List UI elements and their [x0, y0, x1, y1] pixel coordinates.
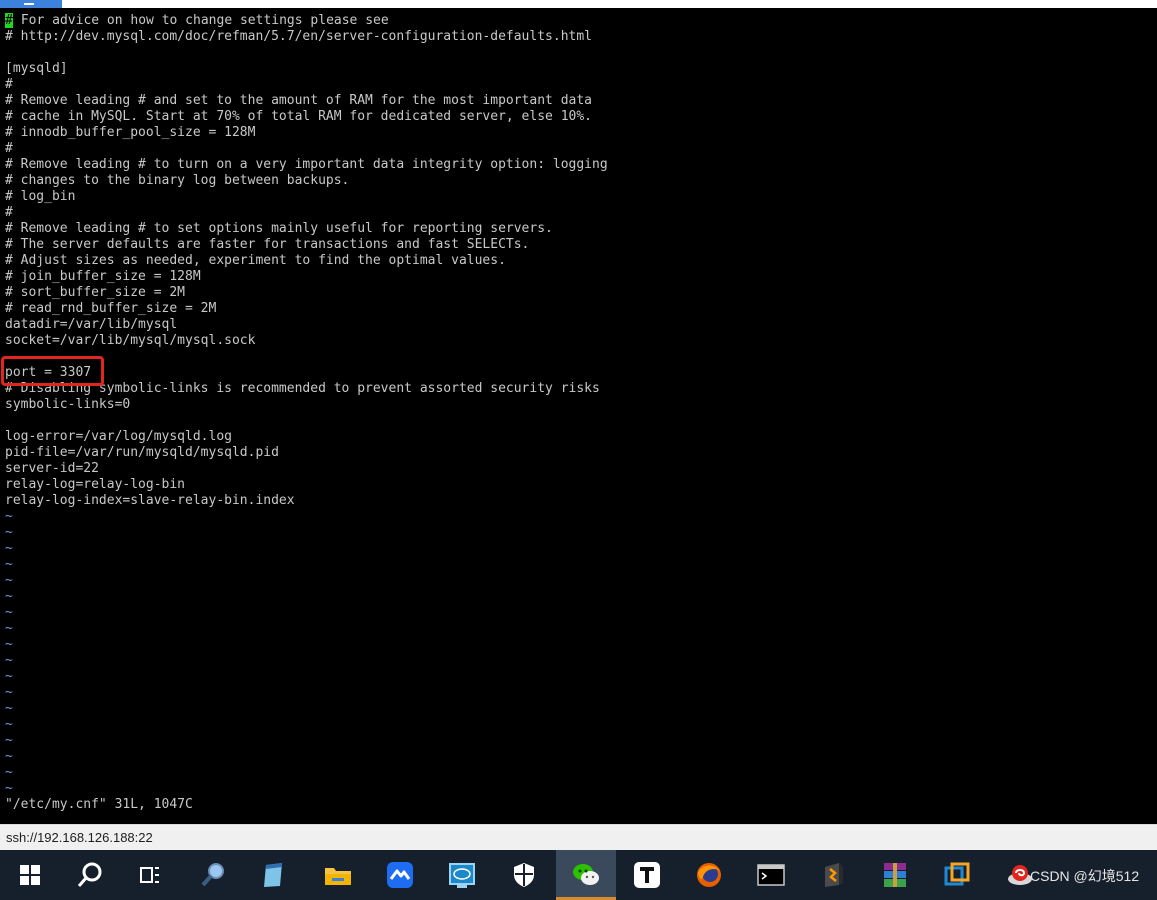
window-top-strip: [0, 0, 1157, 8]
session-tab-mark: [24, 3, 34, 5]
taskbar-windows-start-button[interactable]: [0, 850, 60, 900]
vim-empty-line-tilde: ~: [5, 717, 13, 732]
taskbar-virtualbox-button[interactable]: [927, 850, 987, 900]
terminal-line: socket=/var/lib/mysql/mysql.sock: [5, 333, 256, 348]
status-bar: ssh://192.168.126.188:22: [0, 824, 1157, 850]
taskbar-winrar-button[interactable]: [865, 850, 925, 900]
terminal-line: # changes to the binary log between back…: [5, 173, 350, 188]
vim-file-status: "/etc/my.cnf" 31L, 1047C: [5, 797, 193, 812]
taskbar-magnifier-app-button[interactable]: [183, 850, 243, 900]
taskbar-sublime-text-button[interactable]: [803, 850, 863, 900]
terminal-line: symbolic-links=0: [5, 397, 131, 412]
terminal-line-text: For advice on how to change settings ple…: [13, 13, 389, 28]
taskbar-tencent-meeting-button[interactable]: [370, 850, 430, 900]
vim-empty-line-tilde: ~: [5, 781, 13, 796]
taskbar-file-explorer-button[interactable]: [308, 850, 368, 900]
terminal-line: relay-log=relay-log-bin: [5, 477, 186, 492]
vim-empty-line-tilde: ~: [5, 669, 13, 684]
terminal-line: # http://dev.mysql.com/doc/refman/5.7/en…: [5, 29, 592, 44]
terminal-screen[interactable]: # For advice on how to change settings p…: [0, 8, 1157, 824]
vim-empty-line-tilde: ~: [5, 653, 13, 668]
terminal-line: server-id=22: [5, 461, 99, 476]
vim-empty-line-tilde: ~: [5, 509, 13, 524]
taskbar-wechat-button[interactable]: [556, 850, 616, 900]
windows-taskbar: [0, 850, 1157, 900]
vim-empty-line-tilde: ~: [5, 685, 13, 700]
vim-empty-line-tilde: ~: [5, 573, 13, 588]
taskbar-task-view-button[interactable]: [120, 850, 180, 900]
terminal-line: pid-file=/var/run/mysqld/mysqld.pid: [5, 445, 279, 460]
terminal-line: relay-log-index=slave-relay-bin.index: [5, 493, 295, 508]
terminal-line: #: [5, 205, 13, 220]
vim-empty-line-tilde: ~: [5, 637, 13, 652]
csdn-watermark: CSDN @幻境512: [1030, 868, 1140, 884]
terminal-line: # log_bin: [5, 189, 76, 204]
vim-empty-line-tilde: ~: [5, 605, 13, 620]
terminal-line: # Remove leading # to set options mainly…: [5, 221, 553, 236]
terminal-line: # cache in MySQL. Start at 70% of total …: [5, 109, 592, 124]
vim-empty-line-tilde: ~: [5, 765, 13, 780]
terminal-line: # innodb_buffer_pool_size = 128M: [5, 125, 256, 140]
vim-empty-line-tilde: ~: [5, 733, 13, 748]
terminal-cursor: #: [5, 13, 13, 28]
vim-empty-line-tilde: ~: [5, 749, 13, 764]
terminal-line: # sort_buffer_size = 2M: [5, 285, 186, 300]
terminal-line: # read_rnd_buffer_size = 2M: [5, 301, 217, 316]
vim-empty-line-tilde: ~: [5, 525, 13, 540]
taskbar-search-button[interactable]: [60, 850, 120, 900]
vim-empty-line-tilde: ~: [5, 557, 13, 572]
taskbar-intel-graphics-button[interactable]: [432, 850, 492, 900]
taskbar-terminal-button[interactable]: [741, 850, 801, 900]
terminal-line-first: # For advice on how to change settings p…: [5, 13, 389, 29]
terminal-line: #: [5, 77, 13, 92]
terminal-line: # Remove leading # to turn on a very imp…: [5, 157, 608, 172]
terminal-line: #: [5, 141, 13, 156]
taskbar-security-shield-button[interactable]: [494, 850, 554, 900]
terminal-line: # Adjust sizes as needed, experiment to …: [5, 253, 506, 268]
terminal-line: [mysqld]: [5, 61, 68, 76]
vim-empty-line-tilde: ~: [5, 541, 13, 556]
ssh-connection-label: ssh://192.168.126.188:22: [6, 830, 153, 845]
terminal-line: log-error=/var/log/mysqld.log: [5, 429, 232, 444]
vim-empty-line-tilde: ~: [5, 589, 13, 604]
terminal-line: # join_buffer_size = 128M: [5, 269, 201, 284]
taskbar-notepad-button[interactable]: [244, 850, 304, 900]
terminal-line: # The server defaults are faster for tra…: [5, 237, 530, 252]
taskbar-firefox-button[interactable]: [679, 850, 739, 900]
taskbar-typora-button[interactable]: [617, 850, 677, 900]
vim-empty-line-tilde: ~: [5, 621, 13, 636]
terminal-line: datadir=/var/lib/mysql: [5, 317, 178, 332]
port-highlight-box: [1, 356, 104, 386]
session-tab[interactable]: [0, 0, 62, 8]
terminal-line: # Remove leading # and set to the amount…: [5, 93, 592, 108]
vim-empty-line-tilde: ~: [5, 701, 13, 716]
